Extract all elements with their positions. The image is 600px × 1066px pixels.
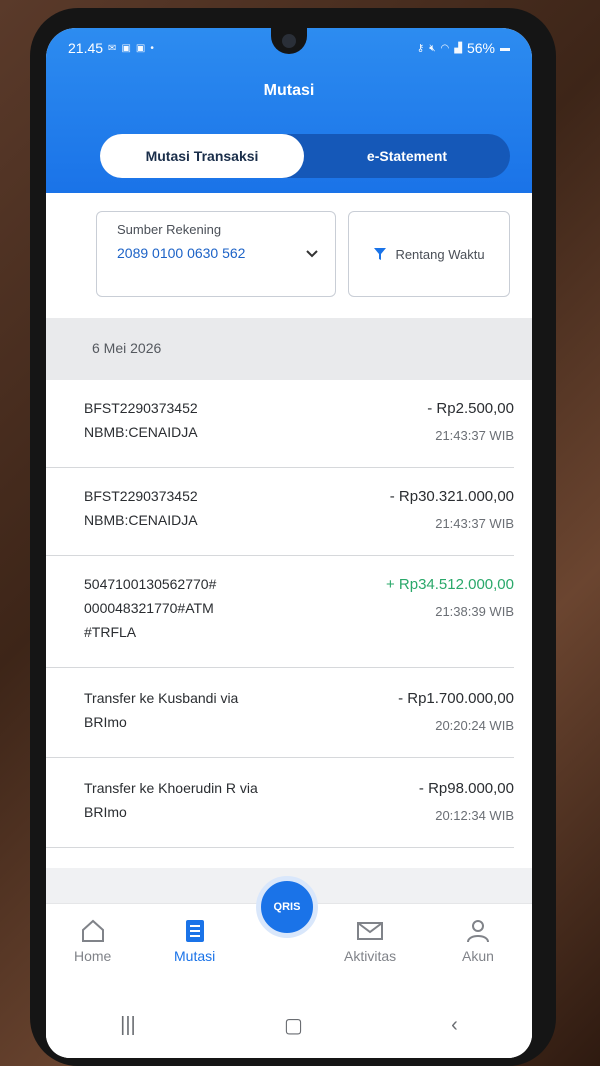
back-icon[interactable]: ‹ xyxy=(451,1014,458,1037)
home-icon xyxy=(81,919,104,942)
nav-akun[interactable]: Akun xyxy=(462,918,494,964)
nav-mutasi-label: Mutasi xyxy=(174,948,216,964)
transaction-row[interactable]: 5047100130562770# 000048321770#ATM #TRFL… xyxy=(46,556,514,668)
source-label: Sumber Rekening xyxy=(117,222,222,237)
sim-icon: ▣ xyxy=(121,42,131,54)
transaction-row[interactable]: BFST2290373452 NBMB:CENAIDJA - Rp30.321.… xyxy=(46,468,514,556)
sim-icon: ▣ xyxy=(135,42,146,54)
nav-mutasi[interactable]: Mutasi xyxy=(174,918,215,964)
transaction-desc-line: 000048321770#ATM xyxy=(84,600,214,616)
date-range-label: Rentang Waktu xyxy=(395,246,485,262)
transaction-time: 20:20:24 WIB xyxy=(435,718,514,733)
chevron-down-icon xyxy=(305,246,319,262)
tab-mutasi-transaksi[interactable]: Mutasi Transaksi xyxy=(100,134,304,178)
app-screen: 21.45 ✉ ▣ ▣ • ⚷ 🔇︎ ◠ ▟ 56% ▬ Mutasi Muta… xyxy=(46,28,532,1058)
person-icon xyxy=(466,920,489,943)
transaction-amount: + Rp34.512.000,00 xyxy=(385,576,514,593)
transaction-row[interactable]: Transfer ke Khoerudin R via BRImo - Rp98… xyxy=(46,758,514,848)
transaction-row[interactable]: BFST2290373452 NBMB:CENAIDJA - Rp2.500,0… xyxy=(46,380,514,468)
transaction-desc-line: BFST2290373452 xyxy=(84,400,198,416)
nav-aktivitas-label: Aktivitas xyxy=(344,948,397,964)
date-range-button[interactable]: Rentang Waktu xyxy=(348,211,510,297)
status-time: 21.45 xyxy=(68,40,104,56)
transaction-amount: - Rp1.700.000,00 xyxy=(398,690,514,707)
transaction-desc-line: #TRFLA xyxy=(84,624,137,640)
transaction-amount: - Rp2.500,00 xyxy=(427,400,514,417)
transaction-time: 21:43:37 WIB xyxy=(435,428,514,443)
transaction-desc-line: NBMB:CENAIDJA xyxy=(84,512,198,528)
filter-section: Sumber Rekening 2089 0100 0630 562 Renta… xyxy=(46,193,532,318)
transaction-time: 21:38:39 WIB xyxy=(435,604,514,619)
mail-icon: ✉ xyxy=(108,42,117,54)
transaction-desc-line: NBMB:CENAIDJA xyxy=(84,424,198,440)
qris-label: QRIS xyxy=(273,901,301,913)
nav-akun-label: Akun xyxy=(462,948,494,964)
app-header: 21.45 ✉ ▣ ▣ • ⚷ 🔇︎ ◠ ▟ 56% ▬ Mutasi Muta… xyxy=(46,28,532,193)
transaction-amount: - Rp98.000,00 xyxy=(418,780,514,797)
date-group-header: 6 Mei 2026 xyxy=(46,318,532,380)
battery-percent: 56% xyxy=(466,40,495,56)
home-button-icon[interactable]: ▢ xyxy=(284,1013,303,1038)
dot-icon: • xyxy=(150,42,154,54)
tab-e-statement[interactable]: e-Statement xyxy=(304,134,510,178)
transaction-list: BFST2290373452 NBMB:CENAIDJA - Rp2.500,0… xyxy=(46,380,532,848)
transaction-desc-line: Transfer ke Khoerudin R via xyxy=(84,780,258,796)
key-icon: ⚷ xyxy=(416,42,425,54)
transaction-desc-line: 5047100130562770# xyxy=(84,576,217,592)
nav-home[interactable]: Home xyxy=(74,918,111,964)
transaction-amount: - Rp30.321.000,00 xyxy=(389,488,514,505)
transaction-desc-line: BFST2290373452 xyxy=(84,488,198,504)
mute-icon: 🔇︎ xyxy=(429,42,436,54)
nav-aktivitas[interactable]: Aktivitas xyxy=(344,918,396,964)
signal-icon: ▟ xyxy=(454,42,462,54)
envelope-icon xyxy=(357,922,384,940)
page-title: Mutasi xyxy=(263,82,315,99)
document-list-icon xyxy=(185,920,204,942)
recent-apps-icon[interactable]: ||| xyxy=(120,1014,136,1037)
transaction-desc-line: BRImo xyxy=(84,804,127,820)
system-navigation: ||| ▢ ‹ xyxy=(46,993,532,1058)
account-source-select[interactable]: Sumber Rekening 2089 0100 0630 562 xyxy=(96,211,336,297)
transaction-desc-line: BRImo xyxy=(84,714,127,730)
source-value: 2089 0100 0630 562 xyxy=(117,245,246,261)
transaction-time: 20:12:34 WIB xyxy=(435,808,514,823)
nav-home-label: Home xyxy=(74,948,112,964)
tab-bar: Mutasi Transaksi e-Statement xyxy=(100,134,510,178)
wifi-icon: ◠ xyxy=(440,42,450,54)
filter-icon xyxy=(373,247,387,261)
transaction-desc-line: Transfer ke Kusbandi via xyxy=(84,690,239,706)
transaction-row[interactable]: Transfer ke Kusbandi via BRImo - Rp1.700… xyxy=(46,668,514,758)
transaction-time: 21:43:37 WIB xyxy=(435,516,514,531)
battery-icon: ▬ xyxy=(500,42,510,54)
qris-button[interactable]: QRIS xyxy=(256,876,318,938)
